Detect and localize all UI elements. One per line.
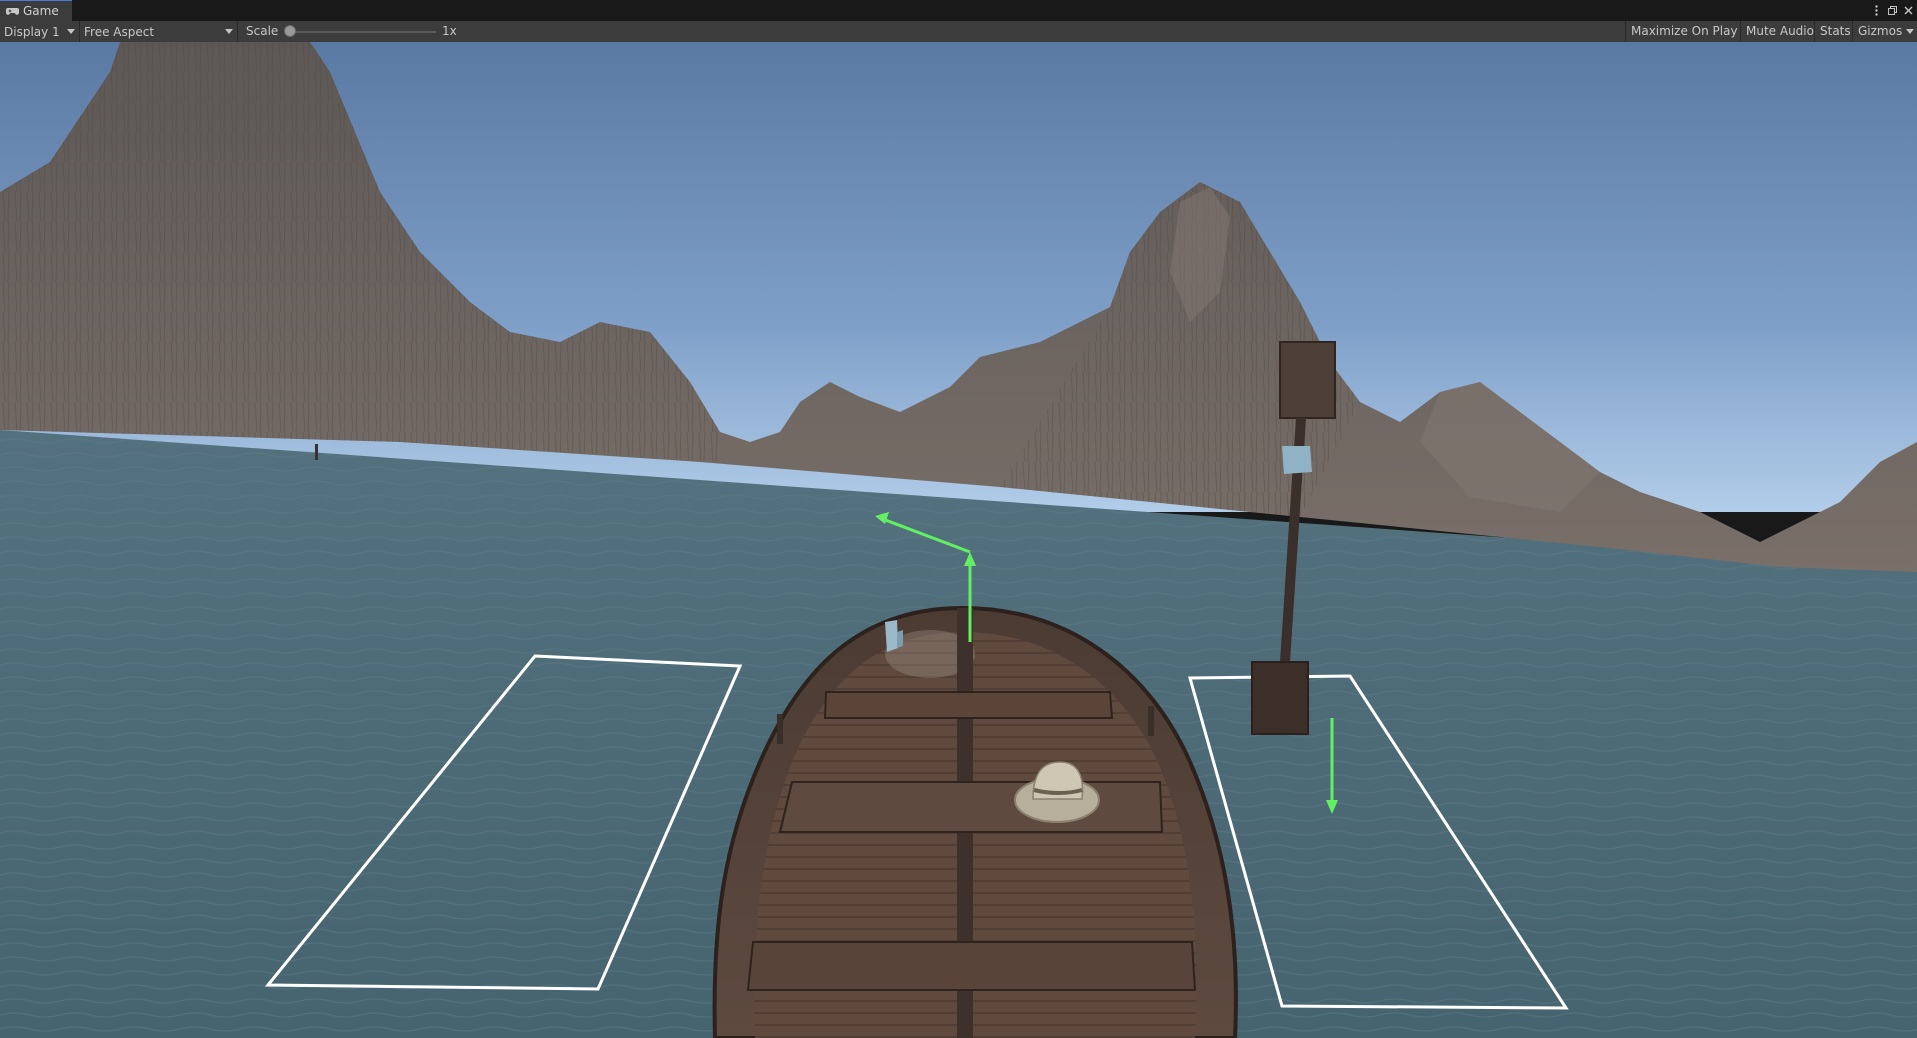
stats-toggle[interactable]: Stats <box>1814 21 1852 42</box>
gamepad-icon <box>6 7 19 16</box>
window-tab-bar: Game <box>0 0 1917 22</box>
tab-game-label: Game <box>23 4 59 18</box>
chevron-down-icon <box>67 29 75 34</box>
game-scene <box>0 42 1917 1038</box>
gizmos-dropdown[interactable]: Gizmos <box>1852 21 1917 42</box>
aspect-dropdown[interactable]: Free Aspect <box>80 21 238 42</box>
horizon-buoy <box>315 444 318 460</box>
game-view-toolbar: Display 1 Free Aspect Scale 1x Maximize … <box>0 21 1917 43</box>
close-icon[interactable] <box>1903 4 1913 18</box>
display-dropdown-value: Display 1 <box>4 24 60 39</box>
chevron-down-icon <box>225 29 233 34</box>
scale-slider-track[interactable] <box>290 31 436 33</box>
scale-slider-thumb[interactable] <box>284 25 296 37</box>
mute-audio-toggle[interactable]: Mute Audio <box>1740 21 1814 42</box>
gizmos-label: Gizmos <box>1858 24 1903 38</box>
kebab-menu-icon[interactable] <box>1871 4 1881 18</box>
aspect-dropdown-value: Free Aspect <box>84 24 155 39</box>
display-dropdown[interactable]: Display 1 <box>0 21 80 42</box>
scale-value: 1x <box>442 24 457 38</box>
tab-game[interactable]: Game <box>0 0 72 21</box>
maximize-icon[interactable] <box>1887 4 1897 18</box>
maximize-on-play-toggle[interactable]: Maximize On Play <box>1625 21 1740 42</box>
game-viewport[interactable] <box>0 42 1917 1038</box>
scale-label: Scale <box>246 24 279 38</box>
window-controls <box>1871 2 1913 19</box>
chevron-down-icon <box>1906 29 1914 34</box>
